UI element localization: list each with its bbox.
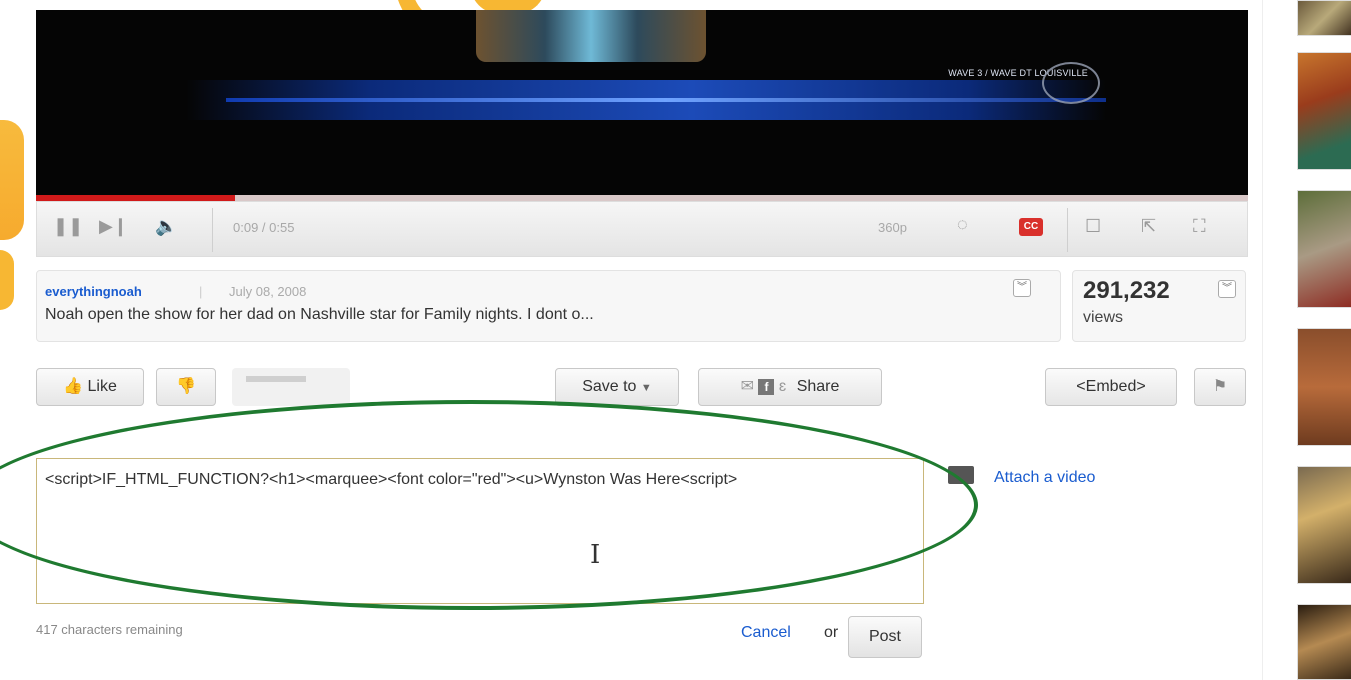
separator: | <box>199 284 203 299</box>
save-to-button[interactable]: Save to ▼ <box>555 368 679 406</box>
like-button[interactable]: 👍 Like <box>36 368 144 406</box>
email-icon: ✉ <box>740 378 754 395</box>
thumbs-up-icon: 👍 <box>63 378 84 395</box>
divider <box>212 208 213 252</box>
decorative-orange-shape <box>0 250 14 310</box>
chevron-down-icon[interactable]: ︾ <box>1218 280 1236 298</box>
related-video-thumbnail[interactable] <box>1297 328 1351 446</box>
or-text: or <box>824 624 839 641</box>
attach-video-link[interactable]: Attach a video <box>994 469 1095 487</box>
video-graphic <box>226 98 1106 102</box>
related-video-thumbnail[interactable] <box>1297 466 1351 584</box>
annotation-ellipse <box>0 400 978 610</box>
characters-remaining: 417 characters remaining <box>36 622 183 637</box>
flag-icon: ⚑ <box>1212 378 1228 395</box>
views-box: 291,232 views ︾ <box>1072 270 1246 342</box>
post-button[interactable]: Post <box>848 616 922 658</box>
video-frame[interactable]: WAVE 3 / WAVE DT LOUISVILLE <box>36 10 1248 195</box>
annotations-icon[interactable]: ◌ <box>957 214 968 235</box>
video-description: Noah open the show for her dad on Nashvi… <box>45 306 594 323</box>
related-video-thumbnail[interactable] <box>1297 190 1351 308</box>
chevron-down-icon[interactable]: ︾ <box>1013 279 1031 297</box>
expand-icon[interactable]: ⇱ <box>1141 216 1156 237</box>
share-label: Share <box>796 378 840 395</box>
like-label: Like <box>87 378 117 395</box>
related-video-thumbnail[interactable] <box>1297 0 1351 36</box>
volume-icon[interactable]: 🔈 <box>155 216 177 237</box>
facebook-icon: f <box>758 378 775 395</box>
flag-button[interactable]: ⚑ <box>1194 368 1246 406</box>
views-label: views <box>1083 309 1124 326</box>
dislike-button[interactable]: 👎 <box>156 368 216 406</box>
time-display: 0:09 / 0:55 <box>233 220 295 235</box>
quality-selector[interactable]: 360p <box>878 220 907 235</box>
channel-link[interactable]: everythingnoah <box>45 284 142 299</box>
cancel-link[interactable]: Cancel <box>741 624 791 642</box>
chevron-down-icon: ▼ <box>640 382 652 394</box>
views-count: 291,232 <box>1083 277 1170 304</box>
video-info-box: everythingnoah | July 08, 2008 Noah open… <box>36 270 1061 342</box>
channel-logo <box>1042 62 1100 104</box>
embed-button[interactable]: <Embed> <box>1045 368 1177 406</box>
decorative-orange-shape <box>0 120 24 240</box>
player-controls: ❚❚ ▶❙ 🔈 0:09 / 0:55 360p ◌ CC ☐ ⇱ ⛶ <box>36 201 1248 257</box>
save-to-label: Save to <box>582 378 637 395</box>
rating-bar <box>232 368 350 406</box>
video-subject <box>476 10 706 62</box>
share-button[interactable]: ✉ f ɛ Share <box>698 368 882 406</box>
popout-icon[interactable]: ☐ <box>1085 216 1101 237</box>
next-icon[interactable]: ▶❙ <box>99 216 128 237</box>
related-video-thumbnail[interactable] <box>1297 604 1351 680</box>
captions-button[interactable]: CC <box>1019 218 1043 236</box>
divider <box>1067 208 1068 252</box>
pause-icon[interactable]: ❚❚ <box>53 216 83 237</box>
related-videos-column <box>1262 0 1351 680</box>
fullscreen-icon[interactable]: ⛶ <box>1193 216 1206 237</box>
twitter-icon: ɛ <box>778 378 787 395</box>
upload-date: July 08, 2008 <box>229 284 307 299</box>
related-video-thumbnail[interactable] <box>1297 52 1351 170</box>
thumbs-down-icon: 👎 <box>176 378 196 395</box>
